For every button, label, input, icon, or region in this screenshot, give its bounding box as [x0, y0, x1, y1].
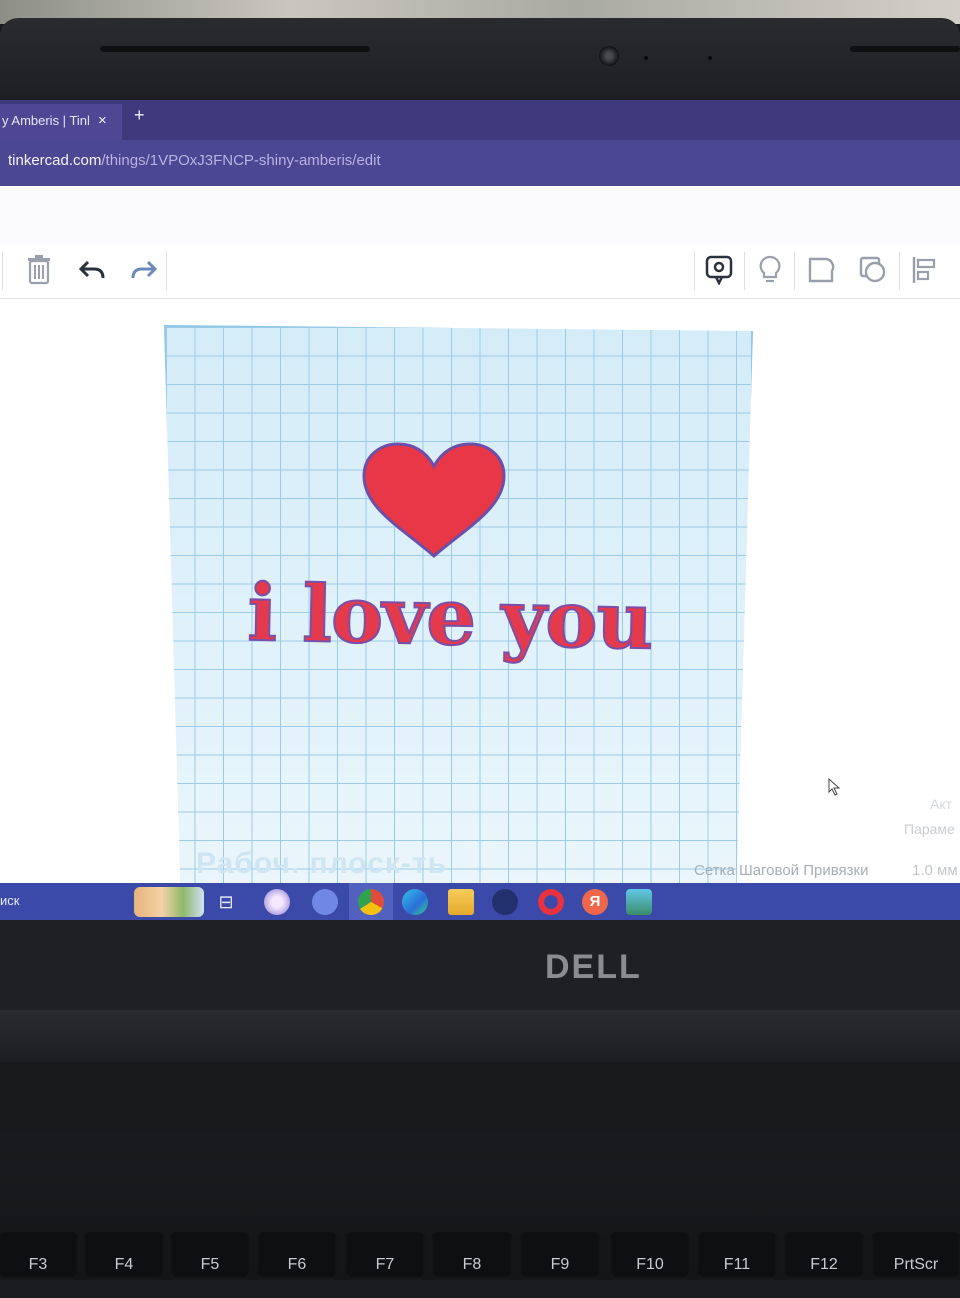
key-f5[interactable]: F5: [170, 1232, 250, 1280]
editor-toolbar: [0, 244, 960, 299]
key-f4[interactable]: F4: [84, 1232, 164, 1280]
mouse-cursor-icon: [828, 778, 841, 796]
explorer-icon[interactable]: [448, 889, 474, 915]
app-icon-2[interactable]: [626, 889, 652, 915]
key-f6[interactable]: F6: [257, 1232, 337, 1280]
chrome-icon[interactable]: [358, 889, 384, 915]
notes-icon[interactable]: [701, 252, 737, 288]
toolbar-divider: [744, 252, 745, 290]
heart-shape[interactable]: [362, 442, 506, 560]
undo-icon[interactable]: [74, 252, 110, 288]
workplane-label: Рабоч. плоск-ть: [196, 847, 448, 880]
key-f11[interactable]: F11: [697, 1232, 777, 1280]
yandex-icon[interactable]: Я: [582, 889, 608, 915]
new-tab-button[interactable]: +: [134, 105, 145, 126]
address-bar[interactable]: tinkercad.com/things/1VPOxJ3FNCP-shiny-a…: [0, 140, 960, 186]
laptop-bottom-bezel: [0, 920, 960, 1010]
activate-windows-text: Акт: [930, 796, 953, 812]
url-path: /things/1VPOxJ3FNCP-shiny-amberis/edit: [101, 152, 381, 169]
steam-icon[interactable]: [492, 889, 518, 915]
discord-icon[interactable]: [312, 889, 338, 915]
webcam: [599, 46, 619, 66]
snap-grid-value[interactable]: 1.0 мм: [912, 862, 958, 879]
tab-title: y Amberis | Tinl: [2, 113, 90, 128]
key-f7[interactable]: F7: [345, 1232, 425, 1280]
windows-taskbar: иск ⊟ Я: [0, 883, 960, 920]
laptop-top-bezel: [0, 18, 960, 102]
key-f3[interactable]: F3: [0, 1232, 78, 1280]
app-icon[interactable]: [264, 889, 290, 915]
webcam-light: [708, 56, 712, 60]
webcam-sensor: [644, 56, 648, 60]
toolbar-divider: [794, 252, 795, 290]
key-f8[interactable]: F8: [432, 1232, 512, 1280]
task-view-icon[interactable]: ⊟: [213, 889, 239, 915]
toolbar-divider: [899, 252, 900, 290]
tab-close-icon[interactable]: ×: [98, 104, 114, 138]
widgets-icon[interactable]: [134, 887, 204, 917]
ungroup-icon[interactable]: [855, 252, 891, 288]
bezel-groove: [850, 46, 960, 52]
redo-icon[interactable]: [126, 252, 162, 288]
trash-icon[interactable]: [21, 252, 57, 288]
tinkercad-header: [0, 186, 960, 245]
browser-tab-bar: y Amberis | Tinl × +: [0, 100, 960, 140]
params-label: Параме: [904, 821, 955, 837]
toolbar-divider: [694, 252, 695, 290]
group-icon[interactable]: [803, 252, 839, 288]
text-shape[interactable]: i love you: [239, 567, 661, 668]
dell-logo: DELL: [545, 948, 642, 986]
function-key-row: F3 F4 F5 F6 F7 F8 F9 F10 F11 F12 PrtScr: [0, 1232, 960, 1280]
taskbar-search[interactable]: иск: [0, 893, 19, 908]
browser-tab[interactable]: y Amberis | Tinl ×: [0, 104, 122, 140]
snap-grid-label: Сетка Шаговой Привязки: [694, 862, 869, 879]
url-host: tinkercad.com: [8, 152, 102, 169]
url-text: tinkercad.com/things/1VPOxJ3FNCP-shiny-a…: [8, 152, 381, 169]
key-f10[interactable]: F10: [610, 1232, 690, 1280]
key-f9[interactable]: F9: [520, 1232, 600, 1280]
bezel-groove: [100, 46, 370, 52]
align-icon[interactable]: [906, 252, 942, 288]
design-workspace[interactable]: i love you Акт Параме Рабоч. плоск-ть Се…: [0, 299, 960, 920]
toolbar-divider: [166, 252, 167, 290]
key-f12[interactable]: F12: [784, 1232, 864, 1280]
laptop-hinge: [0, 1062, 960, 1134]
edge-icon[interactable]: [402, 889, 428, 915]
laptop-screen: y Amberis | Tinl × + tinkercad.com/thing…: [0, 100, 960, 920]
key-prtscr[interactable]: PrtScr: [872, 1232, 960, 1280]
toolbar-divider: [2, 252, 3, 290]
lightbulb-icon[interactable]: [752, 252, 788, 288]
opera-icon[interactable]: [538, 889, 564, 915]
